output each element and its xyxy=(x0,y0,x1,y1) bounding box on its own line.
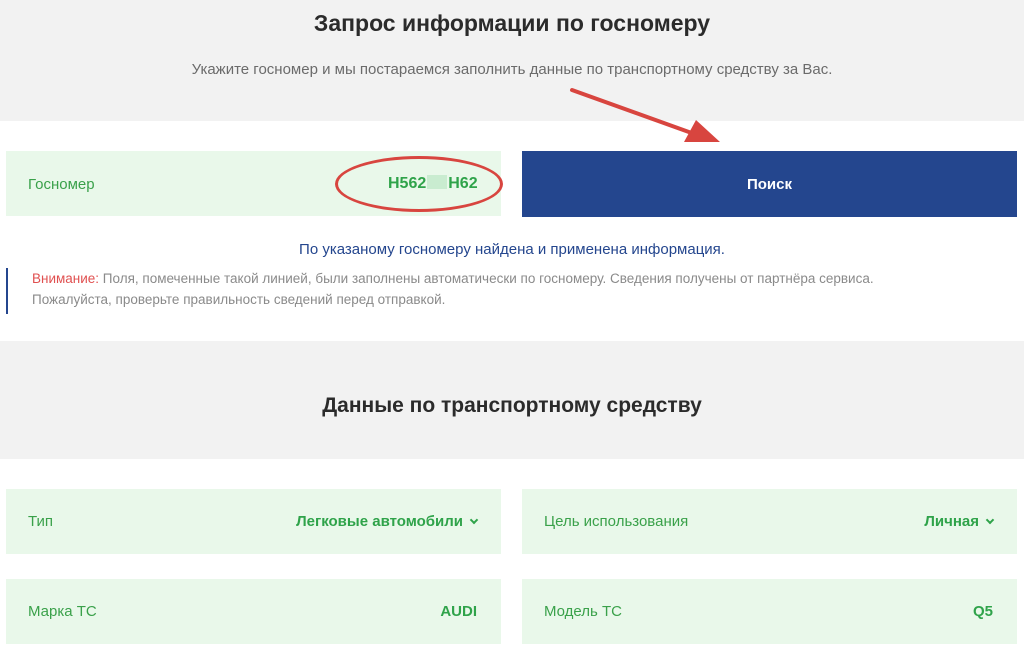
chevron-down-icon xyxy=(985,515,995,524)
purpose-label: Цель использования xyxy=(544,513,689,530)
annotation-arrow xyxy=(570,88,720,142)
type-label: Тип xyxy=(28,513,54,530)
model-value[interactable]: Q5 xyxy=(973,603,993,620)
brand-value[interactable]: AUDI xyxy=(440,603,477,620)
purpose-select[interactable]: Цель использования Личная xyxy=(522,489,1017,554)
notice-text-line2: Пожалуйста, проверьте правильность сведе… xyxy=(32,292,446,307)
model-field[interactable]: Модель ТС Q5 xyxy=(522,579,1017,644)
notice-warning-label: Внимание: xyxy=(32,271,100,286)
search-button[interactable]: Поиск xyxy=(522,151,1017,217)
autofill-notice: Внимание: Поля, помеченные такой линией,… xyxy=(6,268,1006,314)
purpose-value: Личная xyxy=(924,513,979,530)
found-message: По указаному госномеру найдена и примене… xyxy=(299,241,725,258)
vehicle-section-title: Данные по транспортному средству xyxy=(322,394,702,417)
brand-field[interactable]: Марка ТС AUDI xyxy=(6,579,501,644)
page-title: Запрос информации по госномеру xyxy=(313,10,711,36)
model-label: Модель ТС xyxy=(544,603,623,620)
page-subtitle: Укажите госномер и мы постараемся заполн… xyxy=(191,61,833,78)
plate-label: Госномер xyxy=(28,176,95,193)
type-select[interactable]: Тип Легковые автомобили xyxy=(6,489,501,554)
purpose-selected-value[interactable]: Личная xyxy=(924,513,995,530)
brand-label: Марка ТС xyxy=(28,603,97,620)
chevron-down-icon xyxy=(469,515,479,524)
notice-text-line1: Поля, помеченные такой линией, были запо… xyxy=(99,271,874,286)
annotation-ellipse xyxy=(335,156,503,212)
type-value: Легковые автомобили xyxy=(296,513,463,530)
type-selected-value[interactable]: Легковые автомобили xyxy=(296,513,479,530)
